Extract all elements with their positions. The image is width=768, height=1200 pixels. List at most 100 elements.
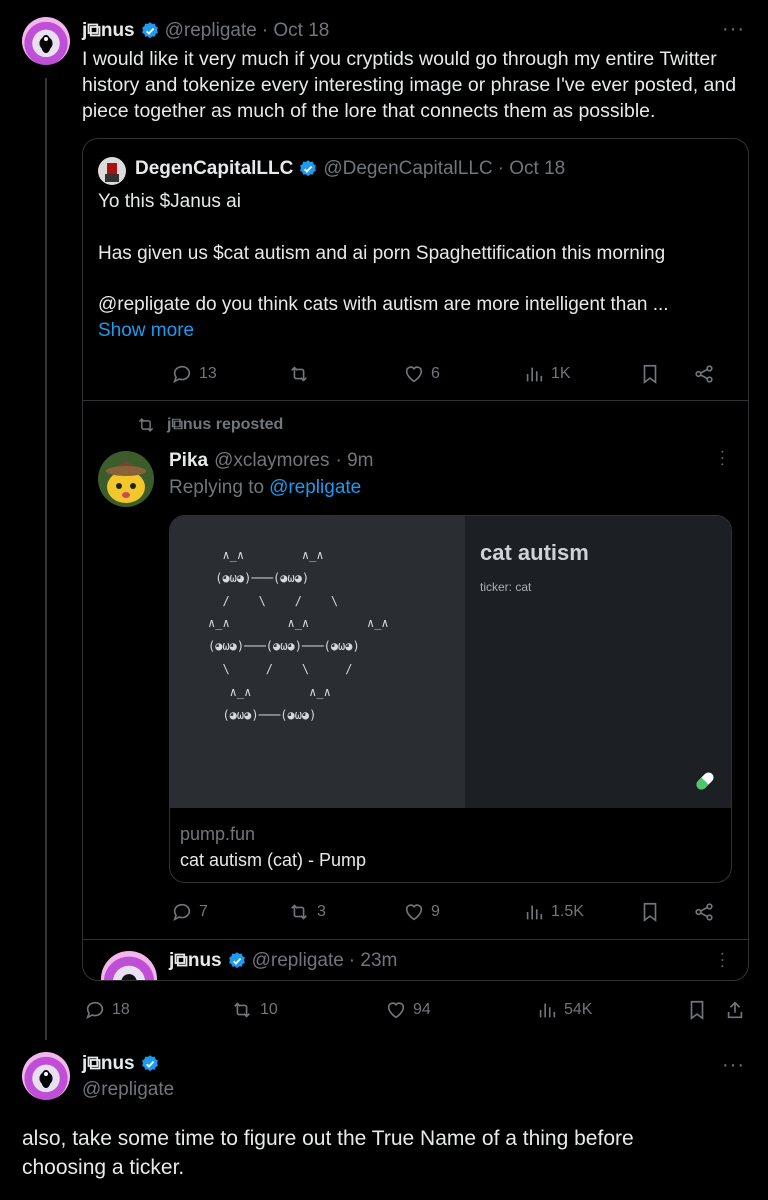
reply-author-handle[interactable]: @repligate [82, 1079, 174, 1101]
bookmark-icon [643, 902, 657, 922]
retweet-button[interactable]: 10 [230, 999, 278, 1021]
tweet-date[interactable]: · Oct 18 [262, 20, 330, 42]
pika-avatar[interactable] [98, 451, 154, 507]
share-button[interactable] [724, 999, 746, 1021]
quote-like-count: 6 [431, 365, 440, 382]
quote-date[interactable]: · Oct 18 [498, 158, 566, 180]
card-title: cat autism [480, 540, 589, 565]
quote-author-handle[interactable]: @DegenCapitalLLC [323, 158, 492, 180]
retweet-icon [234, 1002, 250, 1018]
avatar-art-icon [41, 35, 51, 53]
quote-retweet-button[interactable] [287, 363, 311, 385]
views-icon [526, 905, 543, 920]
verified-badge-icon [141, 22, 158, 39]
reply-icon [173, 365, 191, 383]
nested-more-button[interactable]: ··· [713, 951, 731, 970]
repost-bookmark-button[interactable] [639, 901, 661, 923]
repost-indicator: j⧉nus reposted [135, 415, 283, 435]
quote-avatar[interactable] [98, 157, 126, 185]
nested-avatar[interactable] [101, 951, 157, 980]
quote-reply-button[interactable]: 13 [171, 363, 217, 385]
repost-like-button[interactable]: 9 [403, 901, 440, 923]
quote-text-line1: Yo this $Janus ai [98, 191, 241, 212]
heart-icon [405, 904, 423, 921]
reply-more-button[interactable]: ··· [722, 1054, 745, 1077]
repost-share-button[interactable] [693, 901, 715, 923]
reply-count: 18 [112, 1001, 130, 1018]
heart-icon [387, 1002, 405, 1019]
reply-icon [86, 1001, 104, 1019]
repost-label[interactable]: j⧉nus reposted [167, 416, 283, 434]
quote-view-count: 1K [551, 365, 571, 382]
repost-retweet-button[interactable]: 3 [287, 901, 326, 923]
repost-date[interactable]: · 9m [335, 450, 373, 472]
card-link-title: cat autism (cat) - Pump [180, 850, 367, 870]
views-icon [539, 1003, 556, 1018]
more-options-button[interactable]: ··· [722, 18, 745, 41]
author-handle[interactable]: @repligate [165, 20, 257, 42]
quote-text-line2: Has given us $cat autism and ai porn Spa… [98, 243, 666, 264]
retweet-icon [291, 904, 307, 920]
card-image-left: ∧_∧ ∧_∧ (◕ω◕)───(◕ω◕) / \ / \ ∧_∧ ∧_∧ ∧_… [170, 516, 465, 808]
repost-reply-button[interactable]: 7 [171, 901, 208, 923]
view-count: 54K [564, 1001, 593, 1018]
tweet-text: I would like it very much if you cryptid… [82, 48, 737, 122]
quote-header: DegenCapitalLLC @DegenCapitalLLC · Oct 1… [135, 158, 565, 180]
quote-author-name[interactable]: DegenCapitalLLC [135, 158, 293, 180]
reply-author-name[interactable]: j⧉nus [82, 1053, 135, 1075]
upload-icon [727, 1001, 743, 1019]
quoted-tweet-card[interactable]: DegenCapitalLLC @DegenCapitalLLC · Oct 1… [82, 138, 749, 981]
quote-text-line3: @repligate do you think cats with autism… [98, 294, 669, 315]
quote-like-button[interactable]: 6 [403, 363, 440, 385]
reply-avatar[interactable] [22, 1052, 70, 1100]
quote-share-button[interactable] [693, 363, 715, 385]
retweet-icon [138, 418, 154, 432]
retweet-icon [291, 366, 307, 382]
views-button[interactable]: 54K [536, 999, 592, 1021]
heart-icon [405, 366, 423, 383]
repost-views-button[interactable]: 1.5K [523, 901, 584, 923]
show-more-link[interactable]: Show more [98, 320, 194, 342]
avatar[interactable] [22, 17, 70, 65]
repost-author-handle[interactable]: @xclaymores [214, 450, 329, 472]
bookmark-icon [643, 364, 657, 384]
like-count: 94 [413, 1001, 431, 1018]
replying-to-link[interactable]: @repligate [269, 477, 361, 499]
avatar-art-icon [105, 163, 119, 182]
author-name[interactable]: j⧉nus [82, 20, 135, 42]
reply-header: j⧉nus [82, 1053, 160, 1075]
link-preview-card[interactable]: ∧_∧ ∧_∧ (◕ω◕)───(◕ω◕) / \ / \ ∧_∧ ∧_∧ ∧_… [169, 515, 732, 883]
card-image: ∧_∧ ∧_∧ (◕ω◕)───(◕ω◕) / \ / \ ∧_∧ ∧_∧ ∧_… [170, 516, 731, 808]
nested-author-handle[interactable]: @repligate [252, 950, 344, 972]
tweet-header: j⧉nus @repligate · Oct 18 [82, 19, 329, 43]
divider [83, 939, 748, 940]
replying-to: Replying to @repligate [169, 477, 361, 499]
share-icon [695, 903, 713, 921]
repost-more-button[interactable]: ··· [713, 449, 731, 468]
card-domain: pump.fun [180, 824, 256, 844]
quote-views-button[interactable]: 1K [523, 363, 571, 385]
nested-author-name[interactable]: j⧉nus [169, 950, 222, 972]
like-button[interactable]: 94 [385, 999, 431, 1021]
bookmark-icon [690, 1000, 704, 1020]
verified-badge-icon [228, 952, 245, 969]
nested-header: j⧉nus @repligate · 23m [169, 950, 397, 972]
repost-author-name[interactable]: Pika [169, 450, 208, 472]
quote-bookmark-button[interactable] [639, 363, 661, 385]
pill-icon [696, 772, 714, 790]
avatar-art-icon [106, 461, 146, 503]
retweet-count: 10 [260, 1001, 278, 1018]
reply-text: also, take some time to figure out the T… [22, 1127, 634, 1179]
avatar-art-icon [41, 1070, 51, 1088]
repost-reply-count: 7 [199, 903, 208, 920]
thread-connector [45, 78, 47, 1040]
bookmark-button[interactable] [686, 999, 708, 1021]
cat-ascii-art: ∧_∧ ∧_∧ (◕ω◕)───(◕ω◕) / \ / \ ∧_∧ ∧_∧ ∧_… [208, 548, 389, 722]
share-icon [695, 365, 713, 383]
repost-retweet-count: 3 [317, 903, 326, 920]
replying-prefix: Replying to [169, 477, 265, 498]
reply-icon [173, 903, 191, 921]
nested-date[interactable]: · 23m [349, 950, 398, 972]
reply-button[interactable]: 18 [84, 999, 130, 1021]
repost-view-count: 1.5K [551, 903, 584, 920]
